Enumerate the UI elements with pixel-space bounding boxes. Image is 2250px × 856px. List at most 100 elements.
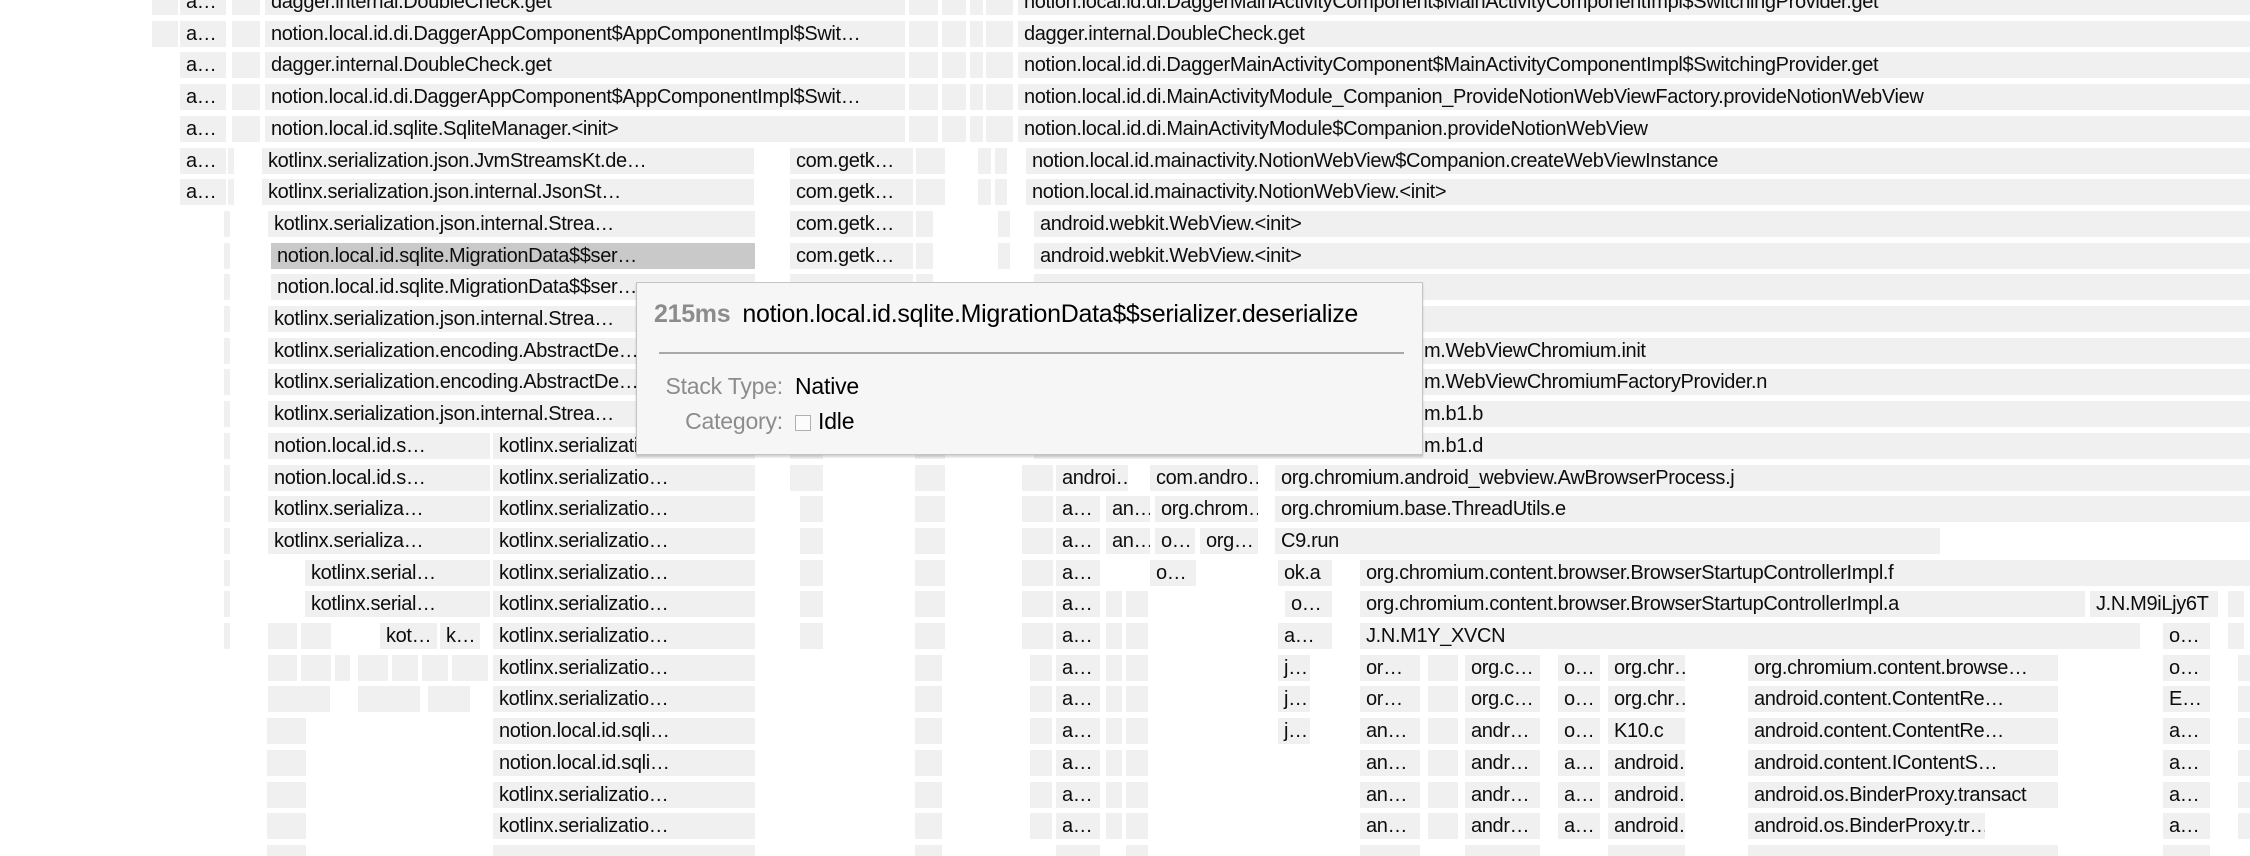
stack-frame[interactable]: org.chr…	[1608, 655, 1685, 681]
stack-frame[interactable]	[986, 84, 1013, 110]
stack-frame[interactable]: a…	[2163, 782, 2210, 808]
stack-frame[interactable]: android.os.BinderProxy.transact	[1748, 782, 2058, 808]
stack-frame[interactable]: android.os.BinderProxy.tr…	[1748, 813, 1985, 839]
stack-frame[interactable]: a…	[1056, 496, 1100, 522]
stack-frame[interactable]	[915, 623, 945, 649]
stack-frame[interactable]: org.c…	[1465, 686, 1540, 712]
stack-frame[interactable]: android…	[1608, 813, 1685, 839]
stack-frame[interactable]: com.getk…	[790, 211, 913, 237]
stack-frame[interactable]: a…	[1056, 623, 1100, 649]
stack-frame[interactable]	[267, 750, 306, 776]
stack-frame[interactable]: o…	[1558, 655, 1600, 681]
stack-frame[interactable]	[970, 21, 983, 47]
stack-frame[interactable]: an…	[1360, 718, 1420, 744]
stack-frame[interactable]: notion.local.id.mainactivity.NotionWebVi…	[1026, 148, 2250, 174]
stack-frame[interactable]	[224, 623, 230, 649]
stack-frame[interactable]	[1022, 560, 1053, 586]
stack-frame[interactable]: j…	[1278, 686, 1310, 712]
stack-frame[interactable]: dagger.internal.DoubleCheck.get	[265, 0, 905, 15]
stack-frame[interactable]	[1022, 528, 1053, 554]
stack-frame[interactable]: com.getk…	[790, 179, 913, 205]
stack-frame[interactable]	[358, 655, 388, 681]
stack-frame[interactable]: com.andro…	[1150, 465, 1258, 491]
stack-frame[interactable]	[800, 528, 823, 554]
stack-frame[interactable]	[1106, 813, 1122, 839]
stack-frame[interactable]	[1106, 782, 1122, 808]
stack-frame[interactable]	[1022, 591, 1053, 617]
stack-frame[interactable]: notion.local.id.sqlite.SqliteManager.<in…	[265, 116, 905, 142]
stack-frame[interactable]	[916, 148, 945, 174]
stack-frame[interactable]	[152, 21, 178, 47]
stack-frame[interactable]	[224, 243, 230, 269]
stack-frame[interactable]	[1126, 845, 1148, 856]
stack-frame[interactable]	[232, 52, 260, 78]
stack-frame[interactable]	[2163, 845, 2210, 856]
stack-frame[interactable]	[1428, 813, 1458, 839]
stack-frame[interactable]: kotlinx.serial…	[305, 560, 490, 586]
stack-frame[interactable]: o…	[1155, 528, 1195, 554]
stack-frame[interactable]	[942, 84, 966, 110]
stack-frame[interactable]: an…	[1106, 528, 1150, 554]
stack-frame[interactable]	[1428, 718, 1458, 744]
stack-frame[interactable]: notion.local.id.mainactivity.NotionWebVi…	[1026, 179, 2250, 205]
stack-frame[interactable]	[790, 465, 823, 491]
stack-frame[interactable]: kotlinx.serializatio…	[493, 560, 755, 586]
stack-frame[interactable]	[1126, 623, 1148, 649]
stack-frame[interactable]: J.N.M1Y_XVCN	[1360, 623, 2140, 649]
stack-frame[interactable]	[915, 560, 945, 586]
stack-frame[interactable]	[224, 401, 230, 427]
stack-frame[interactable]	[232, 21, 260, 47]
stack-frame[interactable]: j…	[1278, 655, 1310, 681]
stack-frame[interactable]	[942, 0, 966, 15]
stack-frame[interactable]: a…	[1056, 528, 1100, 554]
stack-frame[interactable]: a…	[180, 0, 226, 15]
stack-frame[interactable]	[915, 496, 945, 522]
stack-frame[interactable]	[1428, 782, 1458, 808]
stack-frame[interactable]: android…	[1608, 782, 1685, 808]
stack-frame[interactable]: kotlinx.serial…	[305, 591, 490, 617]
stack-frame[interactable]	[2238, 813, 2250, 839]
stack-frame[interactable]: android.content.ContentRe…	[1748, 718, 2058, 744]
stack-frame[interactable]	[1126, 591, 1148, 617]
stack-frame[interactable]	[224, 591, 230, 617]
stack-frame[interactable]	[422, 655, 448, 681]
stack-frame[interactable]	[224, 528, 230, 554]
stack-frame[interactable]	[978, 148, 991, 174]
stack-frame[interactable]	[916, 211, 933, 237]
stack-frame[interactable]: a…	[1056, 750, 1100, 776]
stack-frame-selected[interactable]: notion.local.id.sqlite.MigrationData$$se…	[271, 243, 755, 269]
stack-frame[interactable]	[986, 21, 1013, 47]
stack-frame[interactable]	[915, 686, 942, 712]
stack-frame[interactable]	[942, 116, 966, 142]
stack-frame[interactable]	[909, 52, 938, 78]
stack-frame[interactable]: a…	[2163, 750, 2210, 776]
stack-frame[interactable]: notion.local.id.sqli…	[493, 750, 755, 776]
stack-frame[interactable]	[1106, 686, 1122, 712]
stack-frame[interactable]	[970, 116, 983, 142]
stack-frame[interactable]	[301, 623, 331, 649]
stack-frame[interactable]	[1022, 465, 1053, 491]
stack-frame[interactable]: notion.local.id.di.MainActivityModule_Co…	[1018, 84, 2250, 110]
stack-frame[interactable]	[358, 686, 420, 712]
stack-frame[interactable]: an…	[1360, 813, 1420, 839]
stack-frame[interactable]	[1106, 750, 1122, 776]
stack-frame[interactable]: a…	[1278, 623, 1332, 649]
stack-frame[interactable]: notion.local.id.di.MainActivityModule$Co…	[1018, 116, 2250, 142]
stack-frame[interactable]: kotlinx.serializatio…	[493, 496, 755, 522]
stack-frame[interactable]: android.content.ContentRe…	[1748, 686, 2058, 712]
stack-frame[interactable]: org.c…	[1465, 655, 1540, 681]
stack-frame[interactable]: a…	[180, 21, 226, 47]
stack-frame[interactable]	[1030, 750, 1052, 776]
stack-frame[interactable]: J.N.M9iLjy6T	[2090, 591, 2218, 617]
stack-frame[interactable]: kotlinx.serialization.json.internal.Json…	[262, 179, 754, 205]
stack-frame[interactable]	[970, 52, 983, 78]
stack-frame[interactable]: kotlinx.serializatio…	[493, 655, 755, 681]
stack-frame[interactable]: a…	[1056, 782, 1100, 808]
stack-frame[interactable]: kotlinx.serializatio…	[493, 813, 755, 839]
stack-frame[interactable]: dagger.internal.DoubleCheck.get	[1018, 21, 2250, 47]
stack-frame[interactable]	[232, 0, 260, 15]
stack-frame[interactable]: org.chr…	[1608, 686, 1685, 712]
stack-frame[interactable]: org.chromium.content.browser.BrowserStar…	[1360, 560, 2250, 586]
stack-frame[interactable]: notion.local.id.di.DaggerAppComponent$Ap…	[265, 84, 905, 110]
stack-frame[interactable]: a…	[180, 179, 226, 205]
